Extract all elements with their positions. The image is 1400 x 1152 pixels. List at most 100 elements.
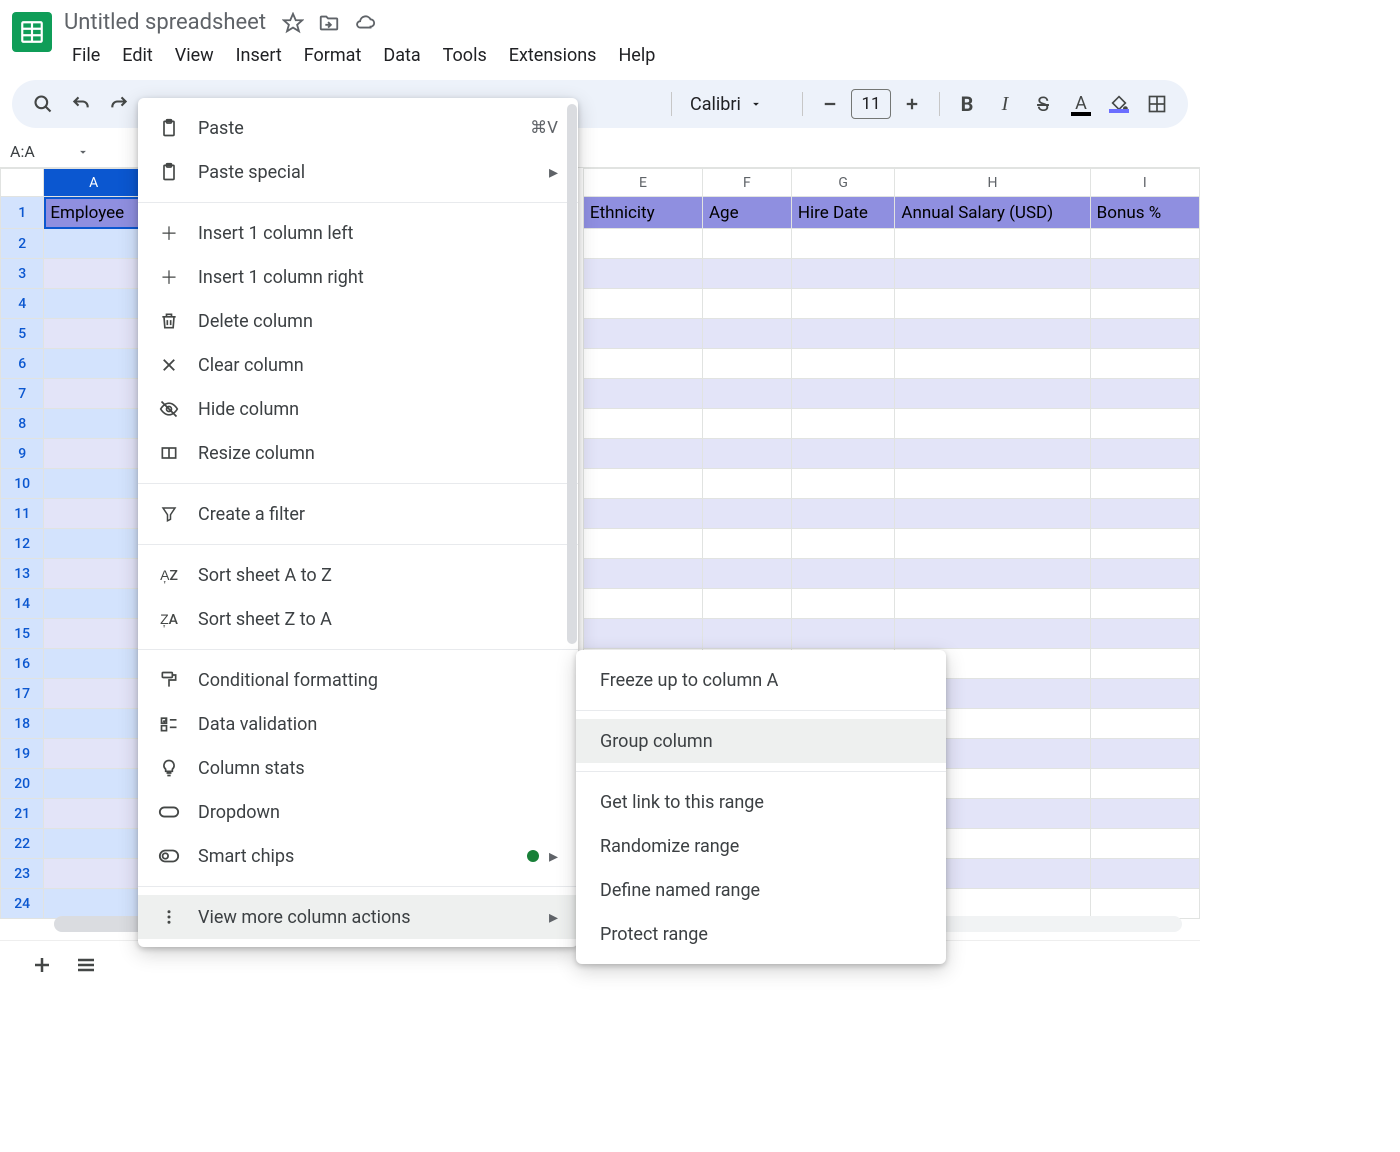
cell[interactable] [702, 529, 791, 559]
cell[interactable] [702, 439, 791, 469]
menu-edit[interactable]: Edit [112, 41, 162, 70]
row-header[interactable]: 2 [1, 229, 44, 259]
menu-format[interactable]: Format [294, 41, 372, 70]
row-header[interactable]: 9 [1, 439, 44, 469]
ctx-delete-column[interactable]: Delete column [138, 299, 578, 343]
col-header-f[interactable]: F [702, 169, 791, 197]
cell[interactable] [895, 379, 1090, 409]
cell[interactable] [702, 289, 791, 319]
font-selector[interactable]: Calibri [682, 94, 792, 115]
cell[interactable] [702, 499, 791, 529]
cell[interactable] [1090, 769, 1199, 799]
cell[interactable]: Bonus % [1090, 197, 1199, 229]
cell[interactable] [1090, 439, 1199, 469]
cell[interactable] [583, 259, 702, 289]
menu-insert[interactable]: Insert [226, 41, 292, 70]
cell[interactable] [44, 439, 144, 469]
cell[interactable] [791, 439, 895, 469]
cell[interactable] [583, 349, 702, 379]
cell[interactable]: Ethnicity [583, 197, 702, 229]
row-header[interactable]: 3 [1, 259, 44, 289]
cell[interactable] [44, 559, 144, 589]
cell[interactable] [895, 559, 1090, 589]
row-header[interactable]: 21 [1, 799, 44, 829]
text-color-icon[interactable]: A [1064, 87, 1098, 121]
cell[interactable] [791, 409, 895, 439]
sub-protect-range[interactable]: Protect range [576, 912, 946, 956]
cell[interactable] [583, 469, 702, 499]
cell[interactable] [1090, 499, 1199, 529]
sub-group-column[interactable]: Group column [576, 719, 946, 763]
cell[interactable] [583, 619, 702, 649]
cell[interactable] [583, 439, 702, 469]
cell[interactable] [1090, 289, 1199, 319]
undo-icon[interactable] [64, 87, 98, 121]
cell[interactable] [702, 559, 791, 589]
cell[interactable] [702, 319, 791, 349]
ctx-clear-column[interactable]: Clear column [138, 343, 578, 387]
cell[interactable] [583, 499, 702, 529]
cell[interactable] [44, 679, 144, 709]
cell[interactable] [44, 619, 144, 649]
borders-icon[interactable] [1140, 87, 1174, 121]
row-header[interactable]: 20 [1, 769, 44, 799]
sub-named-range[interactable]: Define named range [576, 868, 946, 912]
row-header[interactable]: 6 [1, 349, 44, 379]
cell[interactable] [895, 409, 1090, 439]
row-header[interactable]: 4 [1, 289, 44, 319]
star-icon[interactable] [282, 12, 304, 34]
ctx-column-stats[interactable]: Column stats [138, 746, 578, 790]
row-header[interactable]: 8 [1, 409, 44, 439]
cell[interactable] [1090, 259, 1199, 289]
cell[interactable] [1090, 649, 1199, 679]
cell[interactable] [702, 259, 791, 289]
row-header[interactable]: 23 [1, 859, 44, 889]
cell[interactable] [791, 529, 895, 559]
cell[interactable] [895, 589, 1090, 619]
cell[interactable] [44, 379, 144, 409]
col-header-g[interactable]: G [791, 169, 895, 197]
cell[interactable] [791, 259, 895, 289]
cell[interactable] [44, 739, 144, 769]
cell[interactable]: Hire Date [791, 197, 895, 229]
search-icon[interactable] [26, 87, 60, 121]
cell[interactable] [44, 229, 144, 259]
cell[interactable] [583, 379, 702, 409]
cell[interactable] [791, 349, 895, 379]
cell[interactable] [44, 859, 144, 889]
col-header-e[interactable]: E [583, 169, 702, 197]
cell[interactable] [702, 619, 791, 649]
cell[interactable] [1090, 409, 1199, 439]
cell[interactable] [791, 379, 895, 409]
cell[interactable] [44, 349, 144, 379]
ctx-resize-column[interactable]: Resize column [138, 431, 578, 475]
cell[interactable] [791, 589, 895, 619]
add-sheet-icon[interactable] [28, 951, 56, 979]
sub-randomize[interactable]: Randomize range [576, 824, 946, 868]
cell[interactable] [895, 529, 1090, 559]
all-sheets-icon[interactable] [72, 951, 100, 979]
cell[interactable] [702, 469, 791, 499]
bold-icon[interactable]: B [950, 87, 984, 121]
font-size-input[interactable]: 11 [851, 89, 891, 119]
ctx-conditional-formatting[interactable]: Conditional formatting [138, 658, 578, 702]
sub-freeze[interactable]: Freeze up to column A [576, 658, 946, 702]
cell[interactable] [895, 319, 1090, 349]
cell[interactable] [1090, 889, 1199, 919]
cell[interactable] [1090, 349, 1199, 379]
menu-view[interactable]: View [165, 41, 224, 70]
row-header[interactable]: 18 [1, 709, 44, 739]
cell[interactable] [583, 559, 702, 589]
cell[interactable] [44, 469, 144, 499]
row-header[interactable]: 13 [1, 559, 44, 589]
ctx-hide-column[interactable]: Hide column [138, 387, 578, 431]
cell[interactable] [1090, 589, 1199, 619]
col-header-h[interactable]: H [895, 169, 1090, 197]
ctx-sort-az[interactable]: A͎ZSort sheet A to Z [138, 553, 578, 597]
cell[interactable] [791, 469, 895, 499]
menu-file[interactable]: File [62, 41, 110, 70]
increase-font-icon[interactable] [895, 87, 929, 121]
cell[interactable] [702, 379, 791, 409]
ctx-dropdown[interactable]: Dropdown [138, 790, 578, 834]
cell[interactable] [583, 529, 702, 559]
